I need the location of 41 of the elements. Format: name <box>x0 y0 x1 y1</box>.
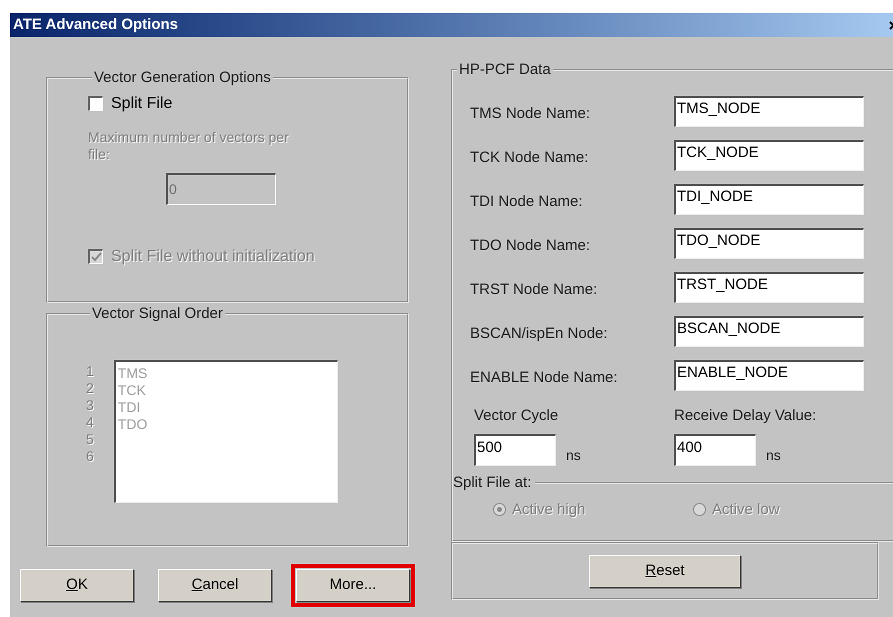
row-number: 1 <box>86 362 94 380</box>
row-number: 5 <box>86 430 94 448</box>
field-label: TCK Node Name: <box>470 148 590 168</box>
dialog-button[interactable]: Cancel <box>158 569 272 602</box>
unit-label: ns <box>566 446 581 465</box>
radio-label: Active low <box>712 500 780 520</box>
field-label: TDO Node Name: <box>470 236 592 256</box>
row-number: 2 <box>86 380 94 396</box>
reset-button[interactable]: Reset <box>589 554 741 588</box>
input-field[interactable]: TDO_NODE <box>674 228 864 258</box>
field-label: ENABLE Node Name: <box>470 368 619 388</box>
radio-label: Active high <box>512 500 586 520</box>
input-field[interactable]: TMS_NODE <box>674 96 864 126</box>
checkbox[interactable] <box>88 96 103 111</box>
input-field[interactable]: 500 <box>474 434 556 466</box>
field-label: Receive Delay Value: <box>674 406 818 426</box>
input-field[interactable]: TRST_NODE <box>674 272 864 302</box>
field-label: BSCAN/ispEn Node: <box>470 324 609 344</box>
checkbox-label: Split File without initialization <box>111 246 315 266</box>
field-label: Vector Cycle <box>474 406 560 426</box>
field-label: TRST Node Name: <box>470 280 598 300</box>
input-field[interactable]: 400 <box>674 434 756 466</box>
row-number: 3 <box>86 396 94 414</box>
row-number: 4 <box>86 414 94 430</box>
group-title: Vector Signal Order <box>91 304 224 324</box>
input-field[interactable]: TCK_NODE <box>674 140 864 170</box>
input-field[interactable]: ENABLE_NODE <box>674 360 864 390</box>
dialog-button[interactable]: More... <box>296 569 410 602</box>
field-label: TDI Node Name: <box>470 192 584 212</box>
group-title: Vector Generation Options <box>93 68 272 88</box>
group-title: Split File at: <box>453 473 532 493</box>
input-field[interactable]: BSCAN_NODE <box>674 316 864 346</box>
dialog-button[interactable]: OK <box>20 569 134 602</box>
window-title: ATE Advanced Options <box>13 14 178 35</box>
field-label: TMS Node Name: <box>470 104 592 124</box>
group-title: HP-PCF Data <box>458 60 552 80</box>
checkbox-label: Split File <box>111 94 172 114</box>
input-field[interactable]: TDI_NODE <box>674 184 864 214</box>
unit-label: ns <box>766 446 781 465</box>
row-number: 6 <box>86 448 94 464</box>
field-label: Maximum number of vectors per file: <box>88 128 290 162</box>
